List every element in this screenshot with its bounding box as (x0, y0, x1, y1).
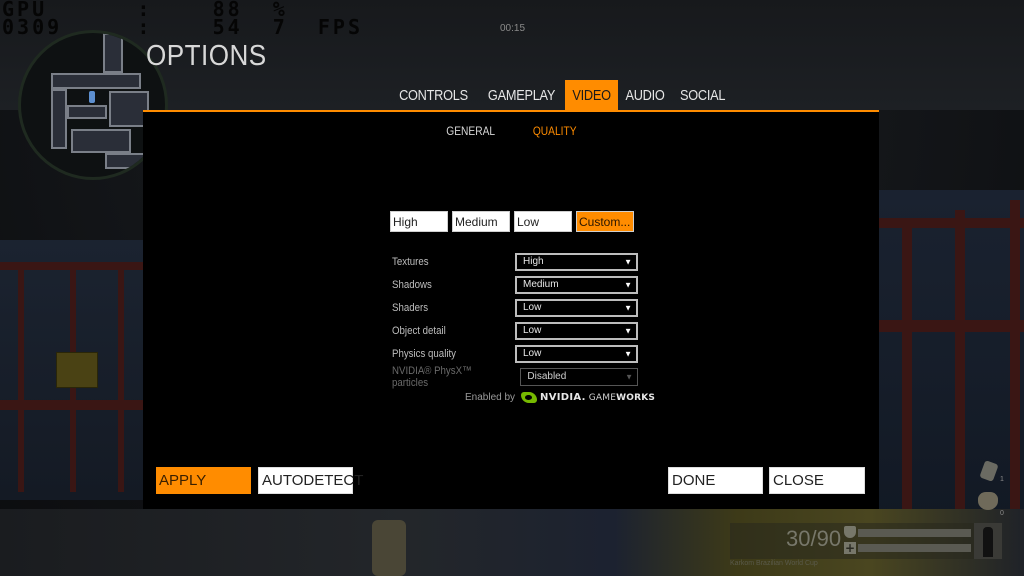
minimap-wall (71, 129, 131, 153)
preset-medium-button[interactable]: Medium (452, 211, 510, 232)
minimap-wall (105, 153, 145, 169)
close-button[interactable]: CLOSE (769, 467, 865, 494)
background-wall-right (879, 190, 1024, 520)
sub-tabs: GENERAL QUALITY (143, 124, 879, 138)
background-rail (879, 218, 1024, 228)
tab-label: CONTROLS (399, 86, 468, 104)
ammo-count: 30/90 (786, 526, 842, 551)
dropdown-arrow-icon: ▼ (624, 349, 632, 358)
setting-label: Shadows (392, 278, 432, 291)
background-rail (879, 320, 1024, 332)
setting-row-shaders: Shaders Low ▼ (392, 296, 638, 319)
nvidia-eye-icon (521, 392, 538, 403)
setting-label: NVIDIA® PhysX™ particles (392, 364, 472, 389)
subtab-general[interactable]: GENERAL (442, 124, 499, 138)
shaders-select[interactable]: Low ▼ (515, 298, 638, 317)
dropdown-arrow-icon: ▼ (624, 257, 632, 266)
performance-overlay: GPU : 88 % 0309 : 54 7 FPS (2, 0, 363, 39)
page-title: OPTIONS (146, 40, 267, 72)
player-marker-icon (89, 91, 95, 103)
shadows-select[interactable]: Medium ▼ (515, 275, 638, 294)
main-tabs: CONTROLS GAMEPLAY VIDEO AUDIO SOCIAL (389, 80, 733, 110)
dropdown-arrow-icon: ▼ (624, 326, 632, 335)
select-value: Low (523, 348, 542, 359)
nvidia-logo: NVIDIA. GAMEWORKS (521, 392, 655, 403)
quality-presets: High Medium Low Custom... (390, 211, 634, 232)
minimap-wall (67, 105, 107, 119)
heart-item-count: 0 (1000, 510, 1004, 517)
setting-row-shadows: Shadows Medium ▼ (392, 273, 638, 296)
tab-social[interactable]: SOCIAL (672, 80, 733, 110)
tab-label: AUDIO (625, 86, 665, 104)
select-value: Disabled (527, 371, 567, 382)
background-rail (18, 262, 24, 492)
minimap-wall (51, 89, 67, 149)
subtab-label: QUALITY (532, 124, 577, 138)
textures-select[interactable]: High ▼ (515, 252, 638, 271)
setting-label: Textures (392, 255, 429, 268)
setting-row-object-detail: Object detail Low ▼ (392, 319, 638, 342)
autodetect-button[interactable]: AUTODETECT (258, 467, 363, 494)
tab-gameplay[interactable]: GAMEPLAY (478, 80, 565, 110)
tab-audio[interactable]: AUDIO (618, 80, 672, 110)
subtab-quality[interactable]: QUALITY (529, 124, 580, 138)
physics-quality-select[interactable]: Low ▼ (515, 344, 638, 363)
setting-row-physics-quality: Physics quality Low ▼ (392, 342, 638, 365)
dropdown-arrow-icon: ▼ (624, 303, 632, 312)
heart-item-icon (978, 492, 998, 510)
apply-button[interactable]: APPLY (156, 467, 251, 494)
enabled-by-text: Enabled by (465, 392, 516, 403)
nvidia-brand-text: NVIDIA. (540, 392, 586, 403)
preset-high-button[interactable]: High (390, 211, 448, 232)
subtab-label: GENERAL (445, 124, 495, 138)
select-value: Low (523, 325, 542, 336)
background-rail (118, 262, 124, 492)
map-name: Karkom Brazilian World Cup (730, 560, 818, 567)
armor-icon (844, 526, 856, 538)
tab-controls[interactable]: CONTROLS (389, 80, 478, 110)
dropdown-arrow-icon: ▼ (625, 372, 633, 381)
tab-label: GAMEPLAY (487, 86, 556, 104)
tab-video[interactable]: VIDEO (564, 80, 619, 110)
match-timer: 00:15 (500, 23, 526, 34)
setting-label: Object detail (392, 324, 446, 337)
background-rail (1010, 200, 1020, 520)
tab-label: VIDEO (572, 86, 611, 104)
tab-label: SOCIAL (680, 86, 726, 104)
ammo-health-hud: 30/90 + (730, 523, 975, 559)
setting-row-physx-particles: NVIDIA® PhysX™ particles Disabled ▼ (392, 364, 638, 389)
dropdown-arrow-icon: ▼ (624, 280, 632, 289)
health-bar (858, 544, 971, 552)
background-rail (955, 210, 965, 520)
options-panel: GENERAL QUALITY High Medium Low Custom..… (143, 110, 879, 509)
select-value: Low (523, 302, 542, 313)
select-value: High (523, 256, 544, 267)
setting-label: Physics quality (392, 347, 457, 360)
armor-bar (858, 529, 971, 537)
setting-row-textures: Textures High ▼ (392, 250, 638, 273)
done-button[interactable]: DONE (668, 467, 763, 494)
minimap-wall (51, 73, 141, 89)
object-detail-select[interactable]: Low ▼ (515, 321, 638, 340)
quality-settings: Textures High ▼ Shadows Medium ▼ Shaders… (392, 250, 638, 389)
background-rail (902, 218, 912, 518)
gameworks-text: GAMEWORKS (588, 392, 656, 403)
health-plus-icon: + (844, 541, 856, 555)
grenade-count: 1 (1000, 476, 1004, 483)
physx-particles-select: Disabled ▼ (520, 367, 638, 386)
preset-low-button[interactable]: Low (514, 211, 572, 232)
minimap-wall (103, 33, 123, 73)
setting-label: Shaders (392, 301, 429, 314)
player-stance-icon (974, 523, 1002, 559)
select-value: Medium (523, 279, 559, 290)
background-rock (372, 520, 406, 576)
caution-sign (56, 352, 98, 388)
nvidia-gameworks-credit: Enabled by NVIDIA. GAMEWORKS (465, 392, 655, 403)
perf-fps-row: 0309 : 54 7 FPS (2, 15, 363, 39)
preset-custom-button[interactable]: Custom... (576, 211, 634, 232)
